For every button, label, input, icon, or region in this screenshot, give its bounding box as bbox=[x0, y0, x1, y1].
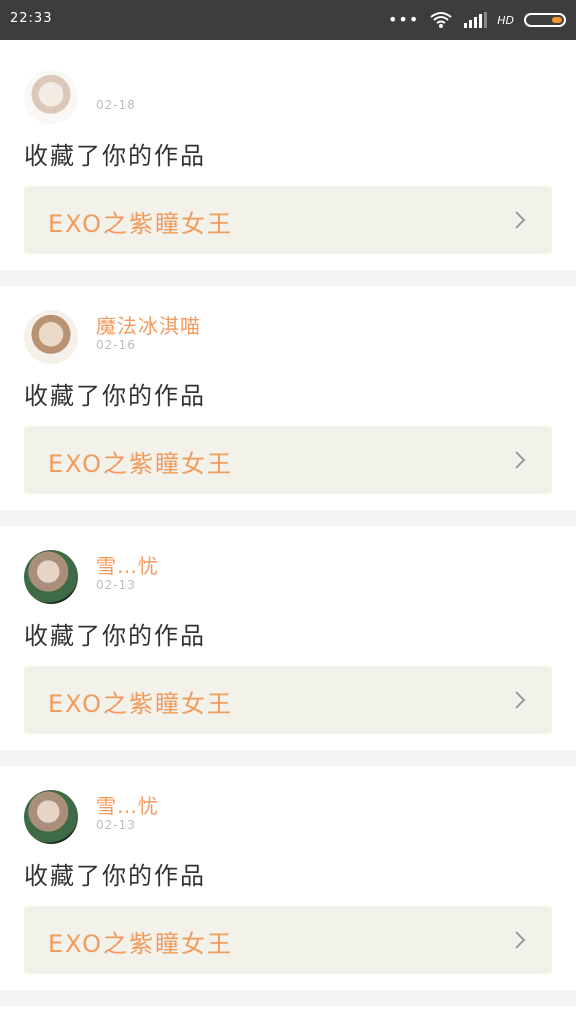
list-item: 02-18 收藏了你的作品 EXO之紫瞳女王 bbox=[0, 46, 576, 270]
status-time: 22:33 bbox=[10, 11, 53, 26]
avatar[interactable] bbox=[24, 70, 78, 124]
chevron-right-icon bbox=[515, 691, 526, 709]
battery-icon bbox=[524, 13, 566, 27]
wifi-icon bbox=[430, 12, 452, 28]
work-title: EXO之紫瞳女王 bbox=[48, 930, 233, 958]
item-header: 魔法冰淇喵 02-16 bbox=[0, 286, 576, 370]
chevron-right-icon bbox=[515, 451, 526, 469]
action-text: 收藏了你的作品 bbox=[24, 142, 206, 170]
more-dots-icon: ••• bbox=[387, 10, 420, 29]
work-title: EXO之紫瞳女王 bbox=[48, 210, 233, 238]
item-date: 02-13 bbox=[96, 818, 136, 832]
item-date: 02-13 bbox=[96, 578, 136, 592]
work-link[interactable]: EXO之紫瞳女王 bbox=[24, 426, 552, 494]
work-title: EXO之紫瞳女王 bbox=[48, 690, 233, 718]
network-hd-label: HD bbox=[497, 13, 514, 27]
item-date: 02-16 bbox=[96, 338, 136, 352]
avatar[interactable] bbox=[24, 310, 78, 364]
user-name[interactable]: 魔法冰淇喵 bbox=[96, 310, 201, 339]
avatar[interactable] bbox=[24, 790, 78, 844]
signal-icon bbox=[464, 12, 488, 28]
avatar[interactable] bbox=[24, 550, 78, 604]
action-text: 收藏了你的作品 bbox=[24, 382, 206, 410]
action-text: 收藏了你的作品 bbox=[24, 622, 206, 650]
list-item: 魔法冰淇喵 02-16 收藏了你的作品 EXO之紫瞳女王 bbox=[0, 286, 576, 510]
status-bar: 22:33 ••• HD bbox=[0, 0, 576, 40]
message-list: 02-18 收藏了你的作品 EXO之紫瞳女王 魔法冰淇喵 02-16 收藏了你的… bbox=[0, 46, 576, 1006]
chevron-right-icon bbox=[515, 931, 526, 949]
list-item: 雪…忧 02-13 收藏了你的作品 EXO之紫瞳女王 bbox=[0, 526, 576, 750]
work-link[interactable]: EXO之紫瞳女王 bbox=[24, 186, 552, 254]
item-header: 雪…忧 02-13 bbox=[0, 526, 576, 610]
work-link[interactable]: EXO之紫瞳女王 bbox=[24, 906, 552, 974]
action-text: 收藏了你的作品 bbox=[24, 862, 206, 890]
work-link[interactable]: EXO之紫瞳女王 bbox=[24, 666, 552, 734]
item-header: 02-18 bbox=[0, 46, 576, 130]
item-header: 雪…忧 02-13 bbox=[0, 766, 576, 850]
user-name[interactable]: 雪…忧 bbox=[96, 550, 159, 579]
item-date: 02-18 bbox=[96, 98, 136, 112]
list-item: 雪…忧 02-13 收藏了你的作品 EXO之紫瞳女王 bbox=[0, 766, 576, 990]
work-title: EXO之紫瞳女王 bbox=[48, 450, 233, 478]
status-icons: ••• HD bbox=[388, 8, 566, 32]
chevron-right-icon bbox=[515, 211, 526, 229]
user-name[interactable]: 雪…忧 bbox=[96, 790, 159, 819]
